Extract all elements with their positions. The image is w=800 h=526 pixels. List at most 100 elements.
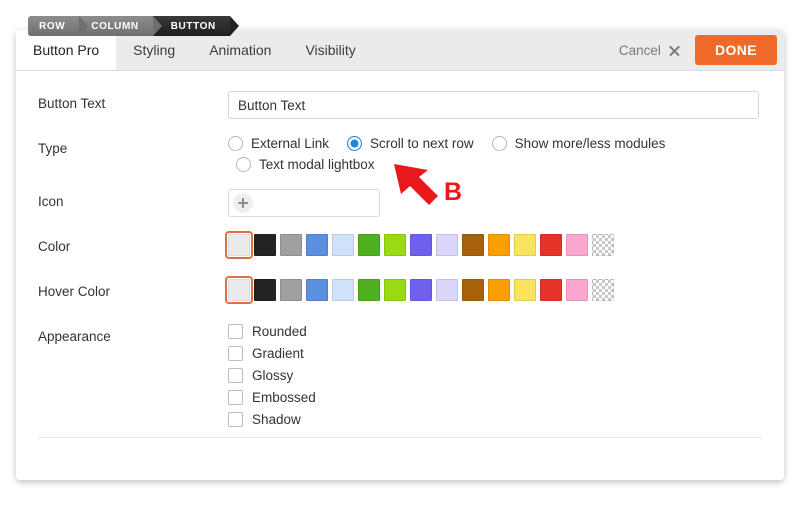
swatch-green[interactable]: [358, 279, 380, 301]
checkbox-unchecked-icon[interactable]: [228, 390, 243, 405]
breadcrumb-item-column[interactable]: COLUMN: [79, 16, 163, 36]
swatch-yellow[interactable]: [514, 279, 536, 301]
swatch-black[interactable]: [254, 279, 276, 301]
checkbox-label: Glossy: [252, 368, 294, 383]
tab-label: Animation: [209, 42, 272, 58]
settings-panel: Button Pro Styling Animation Visibility Can…: [16, 30, 784, 480]
close-x-icon: [668, 44, 681, 57]
panel-header: Button Pro Styling Animation Visibility Can…: [16, 30, 784, 71]
swatch-lavender[interactable]: [436, 234, 458, 256]
checkbox-embossed[interactable]: Embossed: [228, 390, 762, 405]
radio-unselected-icon[interactable]: [491, 136, 507, 151]
button-text-label: Button Text: [38, 96, 106, 111]
checkbox-unchecked-icon[interactable]: [228, 368, 243, 383]
swatch-brown[interactable]: [462, 279, 484, 301]
checkbox-unchecked-icon[interactable]: [228, 346, 243, 361]
swatch-transparent[interactable]: [592, 279, 614, 301]
radio-external-link[interactable]: External Link: [228, 136, 329, 151]
breadcrumb-item-label: BUTTON: [170, 20, 216, 32]
tab-label: Visibility: [305, 42, 356, 58]
checkbox-unchecked-icon[interactable]: [228, 324, 243, 339]
swatch-white[interactable]: [225, 231, 253, 259]
breadcrumb-item-row[interactable]: ROW: [28, 16, 89, 36]
swatch-yellow[interactable]: [514, 234, 536, 256]
tab-button-pro[interactable]: Button Pro: [16, 30, 117, 70]
swatch-purple[interactable]: [410, 279, 432, 301]
plus-icon[interactable]: [233, 193, 253, 213]
tab-label: Button Pro: [33, 41, 100, 58]
color-label: Color: [38, 239, 71, 254]
color-field-wrap: [225, 231, 762, 259]
checkbox-label: Shadow: [252, 412, 301, 427]
icon-picker[interactable]: [228, 189, 380, 217]
radio-label: Scroll to next row: [370, 136, 474, 151]
radio-unselected-icon[interactable]: [236, 157, 251, 172]
hover-color-swatch-row: [225, 276, 762, 304]
hover-color-label: Hover Color: [38, 284, 111, 299]
breadcrumb-item-button[interactable]: BUTTON: [152, 16, 239, 36]
swatch-red[interactable]: [540, 234, 562, 256]
tab-animation[interactable]: Animation: [192, 30, 288, 70]
swatch-black[interactable]: [254, 234, 276, 256]
tab-bar: Button Pro Styling Animation Visibility: [16, 30, 373, 70]
appearance-label: Appearance: [38, 329, 111, 344]
done-button[interactable]: DONE: [694, 35, 777, 65]
button-text-input[interactable]: [228, 91, 759, 119]
row-type: Type External Link Scroll to next row Show…: [38, 136, 762, 172]
swatch-lime[interactable]: [384, 234, 406, 256]
button-text-field-wrap: [228, 91, 762, 119]
swatch-brown[interactable]: [462, 234, 484, 256]
swatch-lavender[interactable]: [436, 279, 458, 301]
radio-label: Show more/less modules: [514, 136, 666, 151]
swatch-orange[interactable]: [488, 234, 510, 256]
radio-text-modal-lightbox[interactable]: Text modal lightbox: [236, 157, 375, 172]
radio-label: Text modal lightbox: [259, 157, 375, 172]
checkbox-unchecked-icon[interactable]: [228, 412, 243, 427]
radio-selected-icon[interactable]: [347, 136, 363, 151]
checkbox-label: Embossed: [252, 390, 316, 405]
breadcrumb: ROW COLUMN BUTTON: [28, 16, 239, 36]
radio-scroll-to-next-row[interactable]: Scroll to next row: [347, 136, 474, 151]
appearance-field-wrap: Rounded Gradient Glossy Embossed Shadow: [228, 324, 762, 427]
tab-visibility[interactable]: Visibility: [288, 30, 372, 70]
swatch-red[interactable]: [540, 279, 562, 301]
row-button-text: Button Text: [38, 91, 762, 119]
swatch-green[interactable]: [358, 234, 380, 256]
cancel-button[interactable]: Cancel: [619, 43, 681, 58]
swatch-white[interactable]: [225, 276, 253, 304]
radio-unselected-icon[interactable]: [228, 136, 243, 151]
tab-styling[interactable]: Styling: [116, 30, 192, 70]
swatch-gray[interactable]: [280, 234, 302, 256]
checkbox-glossy[interactable]: Glossy: [228, 368, 762, 383]
checkbox-shadow[interactable]: Shadow: [228, 412, 762, 427]
section-divider: [38, 437, 762, 438]
checkbox-gradient[interactable]: Gradient: [228, 346, 762, 361]
swatch-light-blue[interactable]: [332, 279, 354, 301]
icon-label: Icon: [38, 194, 64, 209]
type-label: Type: [38, 141, 68, 156]
swatch-pink[interactable]: [566, 234, 588, 256]
swatch-lime[interactable]: [384, 279, 406, 301]
cancel-label: Cancel: [618, 42, 661, 58]
row-appearance: Appearance Rounded Gradient Glossy Embossed…: [38, 324, 762, 427]
type-radio-line-1: External Link Scroll to next row Show more…: [228, 136, 762, 151]
type-radio-line-2: Text modal lightbox: [228, 157, 762, 172]
swatch-gray[interactable]: [280, 279, 302, 301]
swatch-pink[interactable]: [566, 279, 588, 301]
row-icon: Icon: [38, 189, 762, 217]
swatch-light-blue[interactable]: [332, 234, 354, 256]
swatch-blue[interactable]: [306, 234, 328, 256]
color-swatch-row: [225, 231, 762, 259]
row-color: Color: [38, 231, 762, 262]
radio-show-more-less-modules[interactable]: Show more/less modules: [491, 136, 666, 151]
swatch-orange[interactable]: [488, 279, 510, 301]
checkbox-label: Rounded: [252, 324, 307, 339]
radio-label: External Link: [251, 136, 330, 151]
hover-color-field-wrap: [225, 276, 762, 304]
breadcrumb-item-label: COLUMN: [91, 20, 139, 32]
swatch-blue[interactable]: [306, 279, 328, 301]
checkbox-rounded[interactable]: Rounded: [228, 324, 762, 339]
swatch-transparent[interactable]: [592, 234, 614, 256]
swatch-purple[interactable]: [410, 234, 432, 256]
checkbox-label: Gradient: [252, 346, 304, 361]
